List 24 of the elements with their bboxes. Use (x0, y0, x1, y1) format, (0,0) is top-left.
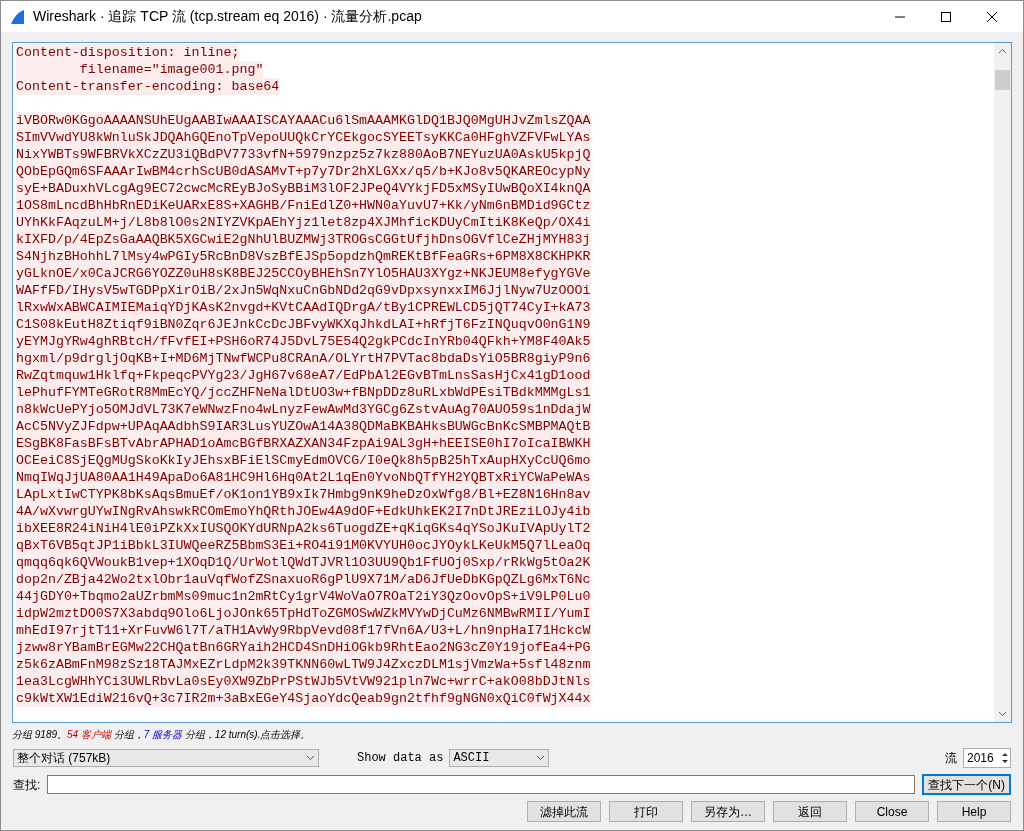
filter-out-button[interactable]: 滤掉此流 (527, 801, 601, 822)
encoding-dropdown[interactable]: ASCII (449, 749, 550, 767)
close-icon (987, 11, 997, 22)
maximize-icon (941, 11, 951, 22)
scrollbar-thumb[interactable] (995, 70, 1010, 90)
vertical-scrollbar[interactable] (994, 43, 1011, 722)
stream-number-spinbox[interactable]: 2016 (963, 748, 1011, 768)
find-next-button[interactable]: 查找下一个(N) (922, 774, 1011, 795)
stream-label: 流 (945, 750, 957, 767)
back-button[interactable]: 返回 (773, 801, 847, 822)
window-title: Wireshark · 追踪 TCP 流 (tcp.stream eq 2016) · 流量分析.pcap (33, 7, 423, 26)
help-button[interactable]: Help (937, 801, 1011, 822)
show-data-label: Show data as (357, 750, 444, 767)
find-label: 查找: (13, 776, 41, 794)
conversation-dropdown[interactable]: 整个对话 (757kB) (13, 749, 319, 767)
stream-summary: 分组 9189。54 客户端 分组，7 服务器 分组，12 turn(s).点击选择。 (12, 728, 312, 742)
spin-arrows-icon[interactable] (1000, 750, 1010, 766)
print-button[interactable]: 打印 (609, 801, 683, 822)
close-dialog-button[interactable]: Close (855, 801, 929, 822)
save-as-button[interactable]: 另存为… (691, 801, 765, 822)
fin-logo-icon (9, 8, 25, 25)
caret-icon (536, 755, 546, 761)
caret-icon (306, 755, 315, 761)
find-field[interactable] (47, 775, 916, 794)
